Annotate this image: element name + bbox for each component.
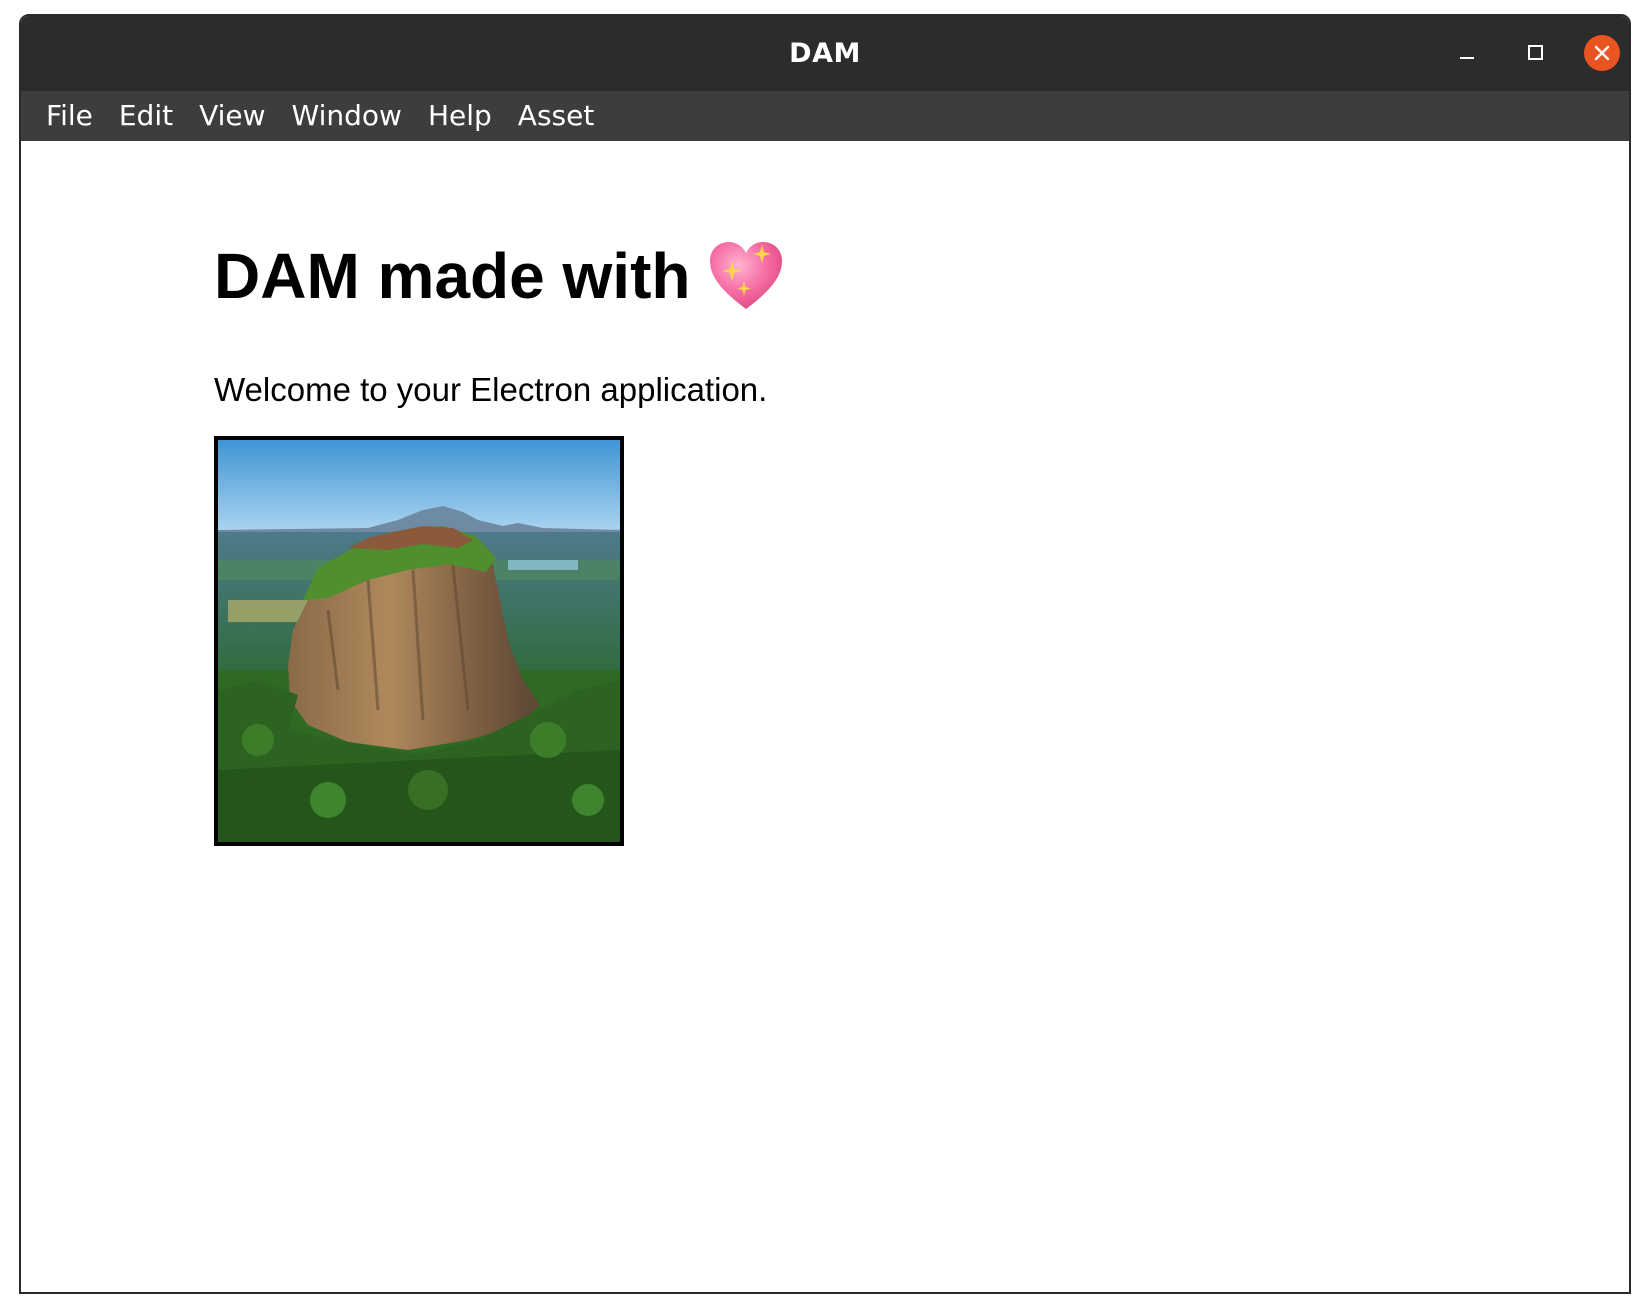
app-window: DAM File Edit View Window Help Asset DAM… (19, 14, 1631, 1294)
maximize-button[interactable] (1517, 35, 1553, 71)
menu-edit[interactable]: Edit (106, 91, 186, 141)
menu-bar: File Edit View Window Help Asset (21, 91, 1629, 141)
welcome-text: Welcome to your Electron application. (214, 371, 768, 408)
maximize-icon (1528, 45, 1543, 60)
sigiriya-rock-photo (218, 440, 620, 842)
title-bar[interactable]: DAM (21, 16, 1629, 91)
menu-window[interactable]: Window (279, 91, 415, 141)
close-button[interactable] (1584, 35, 1620, 71)
close-icon (1594, 45, 1610, 61)
minimize-icon (1460, 57, 1474, 59)
sparkling-heart-icon (710, 242, 783, 309)
window-title: DAM (789, 38, 861, 69)
minimize-button[interactable] (1449, 35, 1485, 71)
heading-text: DAM made with (214, 240, 691, 312)
main-content: DAM made with Welcome to your Electron a… (21, 141, 1629, 1292)
menu-view[interactable]: View (186, 91, 278, 141)
menu-help[interactable]: Help (415, 91, 505, 141)
menu-file[interactable]: File (33, 91, 106, 141)
asset-image (214, 436, 624, 846)
menu-asset[interactable]: Asset (505, 91, 608, 141)
page-heading: DAM made with (214, 239, 784, 313)
